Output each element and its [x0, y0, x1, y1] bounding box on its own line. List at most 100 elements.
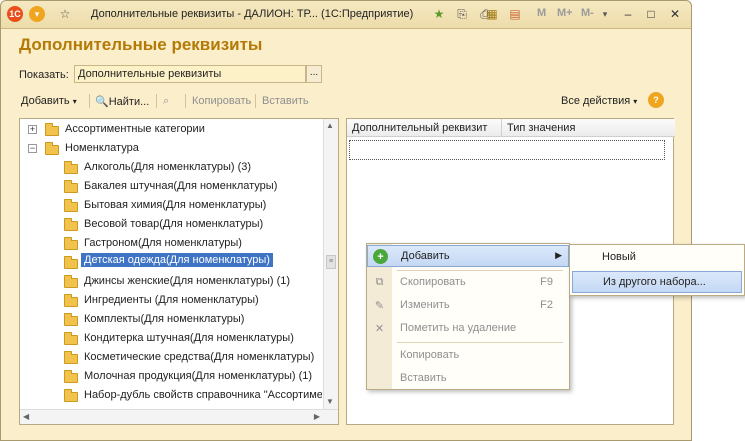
folder-icon — [64, 275, 78, 288]
tree-item[interactable]: Джинсы женские(Для номенклатуры) (1) — [20, 273, 320, 291]
menu-item-add[interactable]: + Добавить ▶ — [367, 245, 569, 267]
menu-item-label: Копировать — [400, 349, 460, 361]
all-actions-label: Все действия — [561, 95, 631, 107]
tree-item[interactable]: Косметические средства(Для номенклатуры) — [20, 349, 320, 367]
all-actions-button[interactable]: Все действия ▾ — [561, 95, 637, 107]
menu-item-copy[interactable]: Копировать — [367, 345, 569, 367]
scroll-down-icon[interactable]: ▼ — [326, 397, 334, 406]
menu-divider — [397, 342, 563, 343]
folder-icon — [64, 294, 78, 307]
scroll-left-icon[interactable]: ◀ — [23, 412, 29, 421]
close-button[interactable]: ✕ — [666, 5, 684, 23]
menu-item-duplicate[interactable]: ⧉ Скопировать F9 — [367, 272, 569, 294]
toolbar-copy-button[interactable]: Копировать — [192, 95, 251, 107]
tree-item-label: Бакалея штучная(Для номенклатуры) — [84, 180, 278, 192]
folder-icon — [64, 370, 78, 383]
main-window: 1С ▾ ☆ Дополнительные реквизиты - ДАЛИОН… — [0, 0, 692, 441]
context-menu: + Добавить ▶ ⧉ Скопировать F9 ✎ Изменить… — [366, 243, 570, 390]
tree-item[interactable]: − Номенклатура — [20, 140, 320, 158]
expand-icon[interactable]: + — [28, 125, 37, 134]
menu-item-mark-delete[interactable]: ✕ Пометить на удаление — [367, 318, 569, 340]
tree-item[interactable]: + Ассортиментные категории — [20, 121, 320, 139]
add-plus-icon: + — [373, 249, 388, 264]
folder-icon — [64, 351, 78, 364]
maximize-button[interactable]: □ — [642, 5, 660, 23]
show-select-field[interactable]: Дополнительные реквизиты — [74, 65, 306, 83]
memory-minus-button[interactable]: M- — [581, 7, 594, 19]
folder-icon — [64, 180, 78, 193]
menu-item-shortcut: F9 — [540, 276, 553, 288]
dropdown-icon[interactable]: ▾ — [597, 6, 613, 22]
memory-plus-button[interactable]: M+ — [557, 7, 573, 19]
toolbar-divider — [255, 94, 256, 108]
tree-item[interactable]: Набор-дубль свойств справочника "Ассорти… — [20, 387, 322, 405]
menu-dropdown-icon[interactable]: ▾ — [29, 6, 45, 22]
page-title: Дополнительные реквизиты — [19, 35, 263, 54]
tree-item-label: Весовой товар(Для номенклатуры) — [84, 218, 264, 230]
column-header-value-type[interactable]: Тип значения — [502, 119, 675, 137]
tree-item-label: Гастроном(Для номенклатуры) — [84, 237, 242, 249]
chevron-down-icon: ▾ — [633, 97, 638, 106]
column-header-property[interactable]: Дополнительный реквизит — [347, 119, 502, 137]
tree-item[interactable]: Молочная продукция(Для номенклатуры) (1) — [20, 368, 320, 386]
tree-item-selected[interactable]: Детская одежда(Для номенклатуры) — [20, 253, 320, 271]
tree-item[interactable]: Гастроном(Для номенклатуры) — [20, 235, 320, 253]
minimize-button[interactable]: – — [619, 5, 637, 23]
app-logo-icon[interactable]: 1С — [7, 6, 23, 22]
cancel-search-button[interactable]: ⌕ — [163, 95, 169, 108]
pencil-icon: ✎ — [374, 300, 385, 312]
scroll-up-icon[interactable]: ▲ — [326, 121, 334, 130]
tree-item-label: Ассортиментные категории — [65, 123, 205, 135]
tree-item[interactable]: Бытовая химия(Для номенклатуры) — [20, 197, 320, 215]
find-button[interactable]: 🔍Найти... — [95, 95, 149, 108]
tree-item[interactable]: Комплекты(Для номенклатуры) — [20, 311, 320, 329]
menu-item-label: Вставить — [400, 372, 447, 384]
folder-icon — [64, 237, 78, 250]
menu-item-shortcut: F2 — [540, 299, 553, 311]
horizontal-scrollbar[interactable]: ◀ ▶ — [20, 409, 338, 424]
toolbar-paste-button[interactable]: Вставить — [262, 95, 309, 107]
tree-item-label: Детская одежда(Для номенклатуры) — [81, 253, 273, 267]
tree-panel[interactable]: + Ассортиментные категории − Номенклатур… — [19, 118, 339, 425]
toolbar-divider — [89, 94, 90, 108]
vertical-scrollbar[interactable]: ▲ ≡ ▼ — [323, 119, 338, 424]
table-row[interactable] — [349, 140, 665, 160]
tree-item[interactable]: Ингредиенты (Для номенклатуры) — [20, 292, 320, 310]
favorite-star-icon[interactable]: ☆ — [57, 6, 73, 22]
add-submenu: Новый Из другого набора... — [569, 244, 745, 296]
chevron-down-icon: ▾ — [72, 97, 77, 106]
add-button-label: Добавить — [21, 95, 70, 107]
add-button[interactable]: Добавить ▾ — [21, 95, 77, 107]
memory-m-button[interactable]: M — [537, 7, 546, 19]
tree-item-label: Молочная продукция(Для номенклатуры) (1) — [84, 370, 313, 382]
menu-item-edit[interactable]: ✎ Изменить F2 — [367, 295, 569, 317]
help-icon[interactable]: ? — [648, 92, 664, 108]
toolbar-divider — [156, 94, 157, 108]
submenu-item-label: Новый — [602, 251, 636, 263]
collapse-icon[interactable]: − — [28, 144, 37, 153]
folder-icon — [45, 142, 59, 155]
link-icon[interactable]: ⎘ — [454, 6, 470, 22]
menu-item-label: Скопировать — [400, 276, 466, 288]
scroll-thumb[interactable]: ≡ — [326, 255, 336, 269]
tree-item-label: Алкоголь(Для номенклатуры) (3) — [84, 161, 252, 173]
menu-divider — [397, 270, 563, 271]
tree-item[interactable]: Кондитерка штучная(Для номенклатуры) — [20, 330, 320, 348]
show-select-button[interactable]: ... — [306, 65, 322, 83]
scroll-right-icon[interactable]: ▶ — [314, 412, 320, 421]
menu-item-label: Добавить — [401, 250, 450, 262]
tree-item[interactable]: Весовой товар(Для номенклатуры) — [20, 216, 320, 234]
tree-item-label: Бытовая химия(Для номенклатуры) — [84, 199, 267, 211]
toolbar-divider — [185, 94, 186, 108]
calculator-icon[interactable]: ▦ — [484, 6, 500, 22]
tree-item-label: Номенклатура — [65, 142, 139, 154]
submenu-item-from-other-set[interactable]: Из другого набора... — [572, 271, 742, 293]
tree-item[interactable]: Бакалея штучная(Для номенклатуры) — [20, 178, 320, 196]
menu-item-paste[interactable]: Вставить — [367, 368, 569, 390]
menu-item-label: Пометить на удаление — [400, 322, 517, 334]
add-to-favorites-icon[interactable]: ★ — [431, 6, 447, 22]
folder-icon — [64, 256, 78, 269]
submenu-item-new[interactable]: Новый — [572, 247, 742, 269]
tree-item[interactable]: Алкоголь(Для номенклатуры) (3) — [20, 159, 320, 177]
calendar-icon[interactable]: ▤ — [507, 6, 523, 22]
